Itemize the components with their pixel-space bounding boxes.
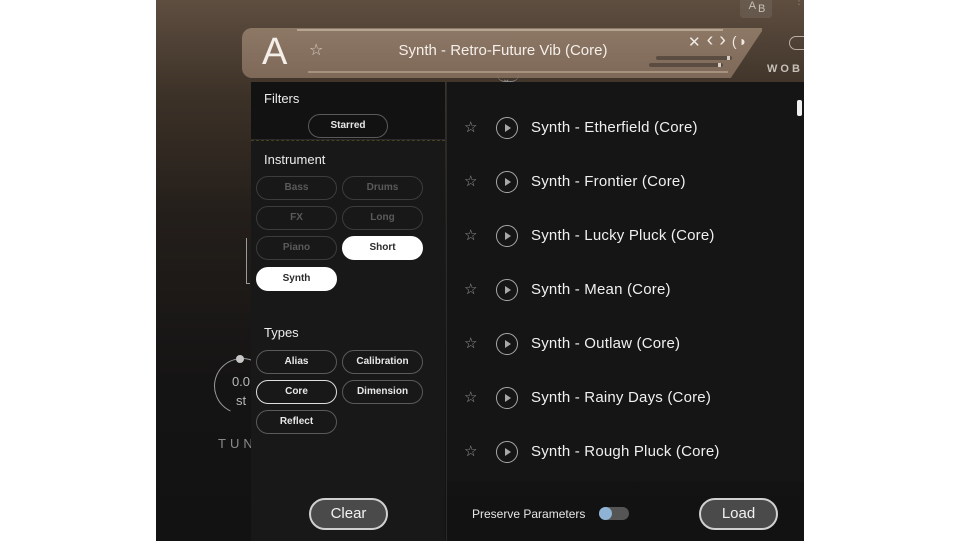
star-icon[interactable]: ☆ <box>464 335 477 353</box>
preset-name: Synth - Mean (Core) <box>531 281 671 298</box>
preserve-parameters-label: Preserve Parameters <box>472 507 586 521</box>
types-title: Types <box>264 325 299 340</box>
preset-list-item[interactable]: ☆ Synth - Mean (Core) <box>447 271 787 311</box>
clear-button[interactable]: Clear <box>309 498 388 530</box>
instrument-short-button[interactable]: Short <box>342 236 423 260</box>
preset-list-item[interactable]: ☆ Synth - Rainy Days (Core) <box>447 379 787 419</box>
star-icon[interactable]: ☆ <box>309 42 323 60</box>
instrument-drums-button[interactable]: Drums <box>342 176 423 200</box>
preset-list-item[interactable]: ☆ Synth - Etherfield (Core) <box>447 109 787 149</box>
preset-list-item[interactable]: ☆ Synth - Frontier (Core) <box>447 163 787 203</box>
module-label: WOB <box>767 63 803 75</box>
play-icon[interactable] <box>496 171 518 193</box>
more-options-icon[interactable]: ⋮ <box>794 0 804 14</box>
preset-name: Synth - Etherfield (Core) <box>531 119 698 136</box>
instrument-fx-button[interactable]: FX <box>256 206 337 230</box>
list-scrollbar[interactable] <box>797 100 802 116</box>
ab-label-b: B <box>758 3 766 15</box>
speaker-audition-icon[interactable]: (◗ <box>732 33 749 51</box>
fader-line <box>246 238 250 284</box>
type-alias-button[interactable]: Alias <box>256 350 337 374</box>
play-icon[interactable] <box>496 225 518 247</box>
play-icon[interactable] <box>496 279 518 301</box>
type-dimension-button[interactable]: Dimension <box>342 380 423 404</box>
instrument-title: Instrument <box>264 152 326 167</box>
tune-knob-handle[interactable] <box>236 355 244 363</box>
type-calibration-button[interactable]: Calibration <box>342 350 423 374</box>
play-icon[interactable] <box>496 387 518 409</box>
preset-title[interactable]: Synth - Retro-Future Vib (Core) <box>336 40 670 62</box>
preset-name: Synth - Frontier (Core) <box>531 173 686 190</box>
toggle-knob <box>599 507 612 520</box>
ab-compare-button[interactable]: AB <box>740 0 772 18</box>
star-icon[interactable]: ☆ <box>464 281 477 299</box>
header-divider-top <box>297 29 723 31</box>
star-icon[interactable]: ☆ <box>464 443 477 461</box>
instrument-synth-button[interactable]: Synth <box>256 267 337 291</box>
preset-name: Synth - Rainy Days (Core) <box>531 389 712 406</box>
loop-icon <box>789 36 804 50</box>
plugin-window: AB ⋮ WOB 0.0 st TUN LATE STOP ON PL A ☆ … <box>156 0 804 541</box>
type-core-button[interactable]: Core <box>256 380 337 404</box>
instrument-bass-button[interactable]: Bass <box>256 176 337 200</box>
preset-name: Synth - Lucky Pluck (Core) <box>531 227 715 244</box>
level-meter-2 <box>649 63 723 67</box>
play-icon[interactable] <box>496 441 518 463</box>
star-icon[interactable]: ☆ <box>464 173 477 191</box>
load-button[interactable]: Load <box>699 498 778 530</box>
preserve-parameters-toggle[interactable] <box>599 507 629 520</box>
filters-title: Filters <box>264 91 300 106</box>
preset-list-item[interactable]: ☆ Synth - Outlaw (Core) <box>447 325 787 365</box>
chevron-left-icon[interactable]: ‹ <box>707 30 716 51</box>
header-controls: ✕ ‹ › (◗ <box>688 30 749 51</box>
filter-panel: Filters Starred Instrument Bass Drums FX… <box>251 82 445 541</box>
play-icon[interactable] <box>496 117 518 139</box>
preset-list: ☆ Synth - Etherfield (Core) ☆ Synth - Fr… <box>447 82 804 482</box>
header-divider-bottom <box>308 71 728 73</box>
chevron-right-icon[interactable]: › <box>719 30 728 51</box>
star-icon[interactable]: ☆ <box>464 227 477 245</box>
slot-letter: A <box>262 31 288 73</box>
starred-filter-button[interactable]: Starred <box>308 114 388 138</box>
star-icon[interactable]: ☆ <box>464 389 477 407</box>
instrument-piano-button[interactable]: Piano <box>256 236 337 260</box>
preset-name: Synth - Outlaw (Core) <box>531 335 681 352</box>
play-icon[interactable] <box>496 333 518 355</box>
instrument-long-button[interactable]: Long <box>342 206 423 230</box>
ab-label-a: A <box>748 0 756 12</box>
type-reflect-button[interactable]: Reflect <box>256 410 337 434</box>
preset-list-item[interactable]: ☆ Synth - Lucky Pluck (Core) <box>447 217 787 257</box>
preset-name: Synth - Rough Pluck (Core) <box>531 443 720 460</box>
play-icon-partial[interactable] <box>497 74 519 82</box>
preset-list-item[interactable]: ☆ Synth - Rough Pluck (Core) <box>447 433 787 473</box>
level-meter-1 <box>656 56 732 60</box>
close-icon[interactable]: ✕ <box>688 33 703 51</box>
star-icon[interactable]: ☆ <box>464 119 477 137</box>
section-divider <box>251 140 445 143</box>
